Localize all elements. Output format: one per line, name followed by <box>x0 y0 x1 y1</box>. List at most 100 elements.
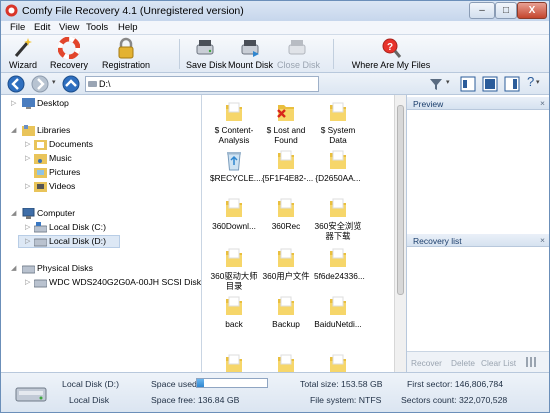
recovery-button[interactable]: Recovery <box>49 37 89 71</box>
file-item[interactable]: {D2650AA... <box>314 149 362 183</box>
search-question-icon: ? <box>382 38 402 58</box>
tree-item-music[interactable]: ▷ Music <box>1 152 201 165</box>
collapse-arrow-icon[interactable]: ◢ <box>11 126 16 134</box>
up-arrow-icon[interactable] <box>62 75 80 93</box>
file-item[interactable]: $ Content- Analysis <box>210 101 258 145</box>
folder-icon <box>330 102 346 121</box>
close-disk-button[interactable]: Close Disk <box>277 37 320 71</box>
clear-list-button[interactable]: Clear List <box>481 358 516 368</box>
view-preview-icon[interactable] <box>504 76 520 92</box>
file-list-scrollbar[interactable] <box>394 95 406 372</box>
preview-close-icon[interactable]: × <box>540 98 545 108</box>
menu-edit[interactable]: Edit <box>34 22 50 33</box>
expand-arrow-icon[interactable]: ▷ <box>25 154 30 162</box>
tree-item-libraries[interactable]: ◢ Libraries <box>1 124 201 137</box>
drive-c-icon <box>34 222 47 233</box>
tree-item-videos[interactable]: ▷ Videos <box>1 180 201 193</box>
save-disk-button[interactable]: Save Disk <box>186 37 227 71</box>
menu-help[interactable]: Help <box>118 22 138 33</box>
view-panel-icon[interactable] <box>482 76 498 92</box>
file-item[interactable] <box>262 353 310 372</box>
file-name: 360安全浏览 器下载 <box>314 221 362 241</box>
history-dropdown-icon[interactable]: ▾ <box>52 78 56 86</box>
wizard-button[interactable]: Wizard <box>7 37 39 71</box>
tree-item-computer[interactable]: ◢ Computer <box>1 207 201 220</box>
file-item[interactable] <box>314 353 362 372</box>
file-name: 360驱动大师 目录 <box>210 271 258 291</box>
expand-arrow-icon[interactable]: ▷ <box>25 140 30 148</box>
file-item[interactable]: Backup <box>262 295 310 329</box>
help-icon[interactable]: ? <box>527 74 534 89</box>
computer-icon <box>22 208 35 219</box>
toolbar-separator <box>179 39 180 69</box>
padlock-icon <box>118 37 134 59</box>
file-name: 360用户文件 <box>262 271 310 281</box>
expand-arrow-icon[interactable]: ▷ <box>25 182 30 190</box>
view-tree-icon[interactable] <box>460 76 476 92</box>
collapse-arrow-icon[interactable]: ◢ <box>11 209 16 217</box>
tree-item-desktop[interactable]: ▷ Desktop <box>1 97 201 110</box>
tree-item-local-disk-c[interactable]: ▷ Local Disk (C:) <box>1 221 201 234</box>
file-item[interactable]: BaiduNetdi... <box>314 295 362 329</box>
maximize-button[interactable]: □ <box>495 2 517 19</box>
back-arrow-icon[interactable] <box>7 75 25 93</box>
tree-item-local-disk-d[interactable]: ▷ Local Disk (D:) <box>18 235 120 248</box>
file-item[interactable]: 360驱动大师 目录 <box>210 247 258 291</box>
file-item[interactable]: 360安全浏览 器下载 <box>314 197 362 241</box>
filter-dropdown-icon[interactable]: ▾ <box>446 78 450 86</box>
folder-icon <box>278 296 294 315</box>
expand-arrow-icon[interactable]: ▷ <box>25 278 30 286</box>
list-options-icon[interactable] <box>525 357 537 367</box>
tree-item-wdc-disk[interactable]: ▷ WDC WDS240G2G0A-00JH SCSI Disk Device <box>1 276 201 289</box>
lifebuoy-icon <box>58 37 80 59</box>
space-used-fill <box>197 379 204 387</box>
app-icon <box>5 4 18 17</box>
expand-arrow-icon[interactable]: ▷ <box>25 237 30 245</box>
help-dropdown-icon[interactable]: ▾ <box>536 78 540 86</box>
file-item[interactable]: {5F1F4E82-... <box>262 149 313 183</box>
address-bar[interactable]: D:\ <box>85 76 319 92</box>
scrollbar-thumb[interactable] <box>397 105 404 295</box>
file-name: $ Lost and Found <box>266 125 306 145</box>
file-item[interactable]: $ Lost and Found <box>262 101 310 145</box>
forward-arrow-icon[interactable] <box>31 75 49 93</box>
tree-item-pictures[interactable]: Pictures <box>1 166 201 179</box>
delete-button[interactable]: Delete <box>451 358 475 368</box>
pictures-icon <box>34 168 47 178</box>
menu-file[interactable]: File <box>10 22 25 33</box>
menu-tools[interactable]: Tools <box>86 22 108 33</box>
file-item[interactable] <box>210 353 258 372</box>
collapse-arrow-icon[interactable]: ◢ <box>11 264 16 272</box>
folder-icon <box>226 248 242 267</box>
recover-button[interactable]: Recover <box>411 358 442 368</box>
recovery-list-actions: Recover Delete Clear List <box>407 351 549 372</box>
recovery-list-close-icon[interactable]: × <box>540 235 545 245</box>
where-are-my-files-button[interactable]: ? Where Are My Files <box>351 37 431 71</box>
preview-title: Preview <box>413 99 444 109</box>
tree-label: Libraries <box>37 125 71 135</box>
file-item[interactable]: 360Rec <box>262 197 310 231</box>
expand-arrow-icon[interactable]: ▷ <box>25 223 30 231</box>
expand-arrow-icon[interactable]: ▷ <box>11 99 16 107</box>
tree-label: Pictures <box>49 167 81 177</box>
file-item[interactable]: $RECYCLE.... <box>210 149 263 183</box>
file-item[interactable]: 360Downl... <box>210 197 258 231</box>
menu-view[interactable]: View <box>59 22 79 33</box>
registration-button[interactable]: Registration <box>101 37 151 71</box>
file-item[interactable]: 360用户文件 <box>262 247 310 281</box>
filter-icon[interactable] <box>429 77 443 91</box>
mount-disk-button[interactable]: Mount Disk <box>228 37 273 71</box>
total-size: Total size: 153.58 GB <box>300 379 383 389</box>
drive-icon <box>88 81 97 87</box>
file-item[interactable]: 5f6de24336... <box>314 247 365 281</box>
tree-label: Local Disk (C:) <box>49 222 106 232</box>
toolbar-separator <box>333 39 334 69</box>
disk-type: Local Disk <box>69 395 110 405</box>
file-item[interactable]: $ System Data <box>314 101 362 145</box>
tree-item-physical-disks[interactable]: ◢ Physical Disks <box>1 262 201 275</box>
file-name: back <box>225 319 243 329</box>
close-button[interactable]: X <box>517 2 547 19</box>
tree-item-documents[interactable]: ▷ Documents <box>1 138 201 151</box>
file-item[interactable]: back <box>210 295 258 329</box>
minimize-button[interactable]: – <box>469 2 495 19</box>
